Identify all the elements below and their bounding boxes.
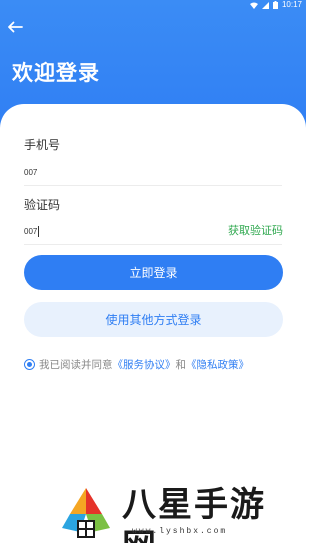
arrow-left-icon — [8, 21, 23, 33]
status-time: 10:17 — [281, 0, 302, 9]
get-code-button[interactable]: 获取验证码 — [228, 222, 283, 238]
radio-checked-dot — [27, 361, 32, 367]
watermark-logo — [62, 488, 110, 538]
privacy-policy-link[interactable]: 《隐私政策》 — [186, 357, 249, 372]
battery-icon — [272, 1, 278, 9]
phone-input[interactable] — [24, 163, 282, 181]
watermark: 八星手游网 www.lyshbx.com — [60, 484, 300, 543]
phone-label: 手机号 — [24, 138, 61, 152]
text-cursor — [38, 226, 39, 237]
code-label: 验证码 — [24, 198, 61, 212]
status-bar: 10:17 — [0, 0, 306, 10]
login-button[interactable]: 立即登录 — [24, 255, 283, 290]
agreement-connector: 和 — [175, 358, 187, 371]
signal-icon — [261, 1, 269, 9]
wifi-icon — [249, 2, 258, 9]
agreement-row: 我已阅读并同意 《服务协议》 和 《隐私政策》 — [24, 357, 249, 371]
page-title: 欢迎登录 — [12, 61, 100, 85]
other-login-button[interactable]: 使用其他方式登录 — [24, 302, 283, 337]
phone-divider — [24, 185, 282, 186]
agree-radio[interactable] — [24, 358, 35, 370]
service-agreement-link[interactable]: 《服务协议》 — [113, 357, 176, 372]
code-input[interactable] — [24, 222, 214, 240]
status-icons: 10:17 — [249, 0, 302, 10]
back-button[interactable] — [6, 18, 24, 36]
agreement-prefix: 我已阅读并同意 — [39, 358, 113, 371]
watermark-url: www.lyshbx.com — [132, 527, 228, 536]
code-divider — [24, 244, 282, 245]
